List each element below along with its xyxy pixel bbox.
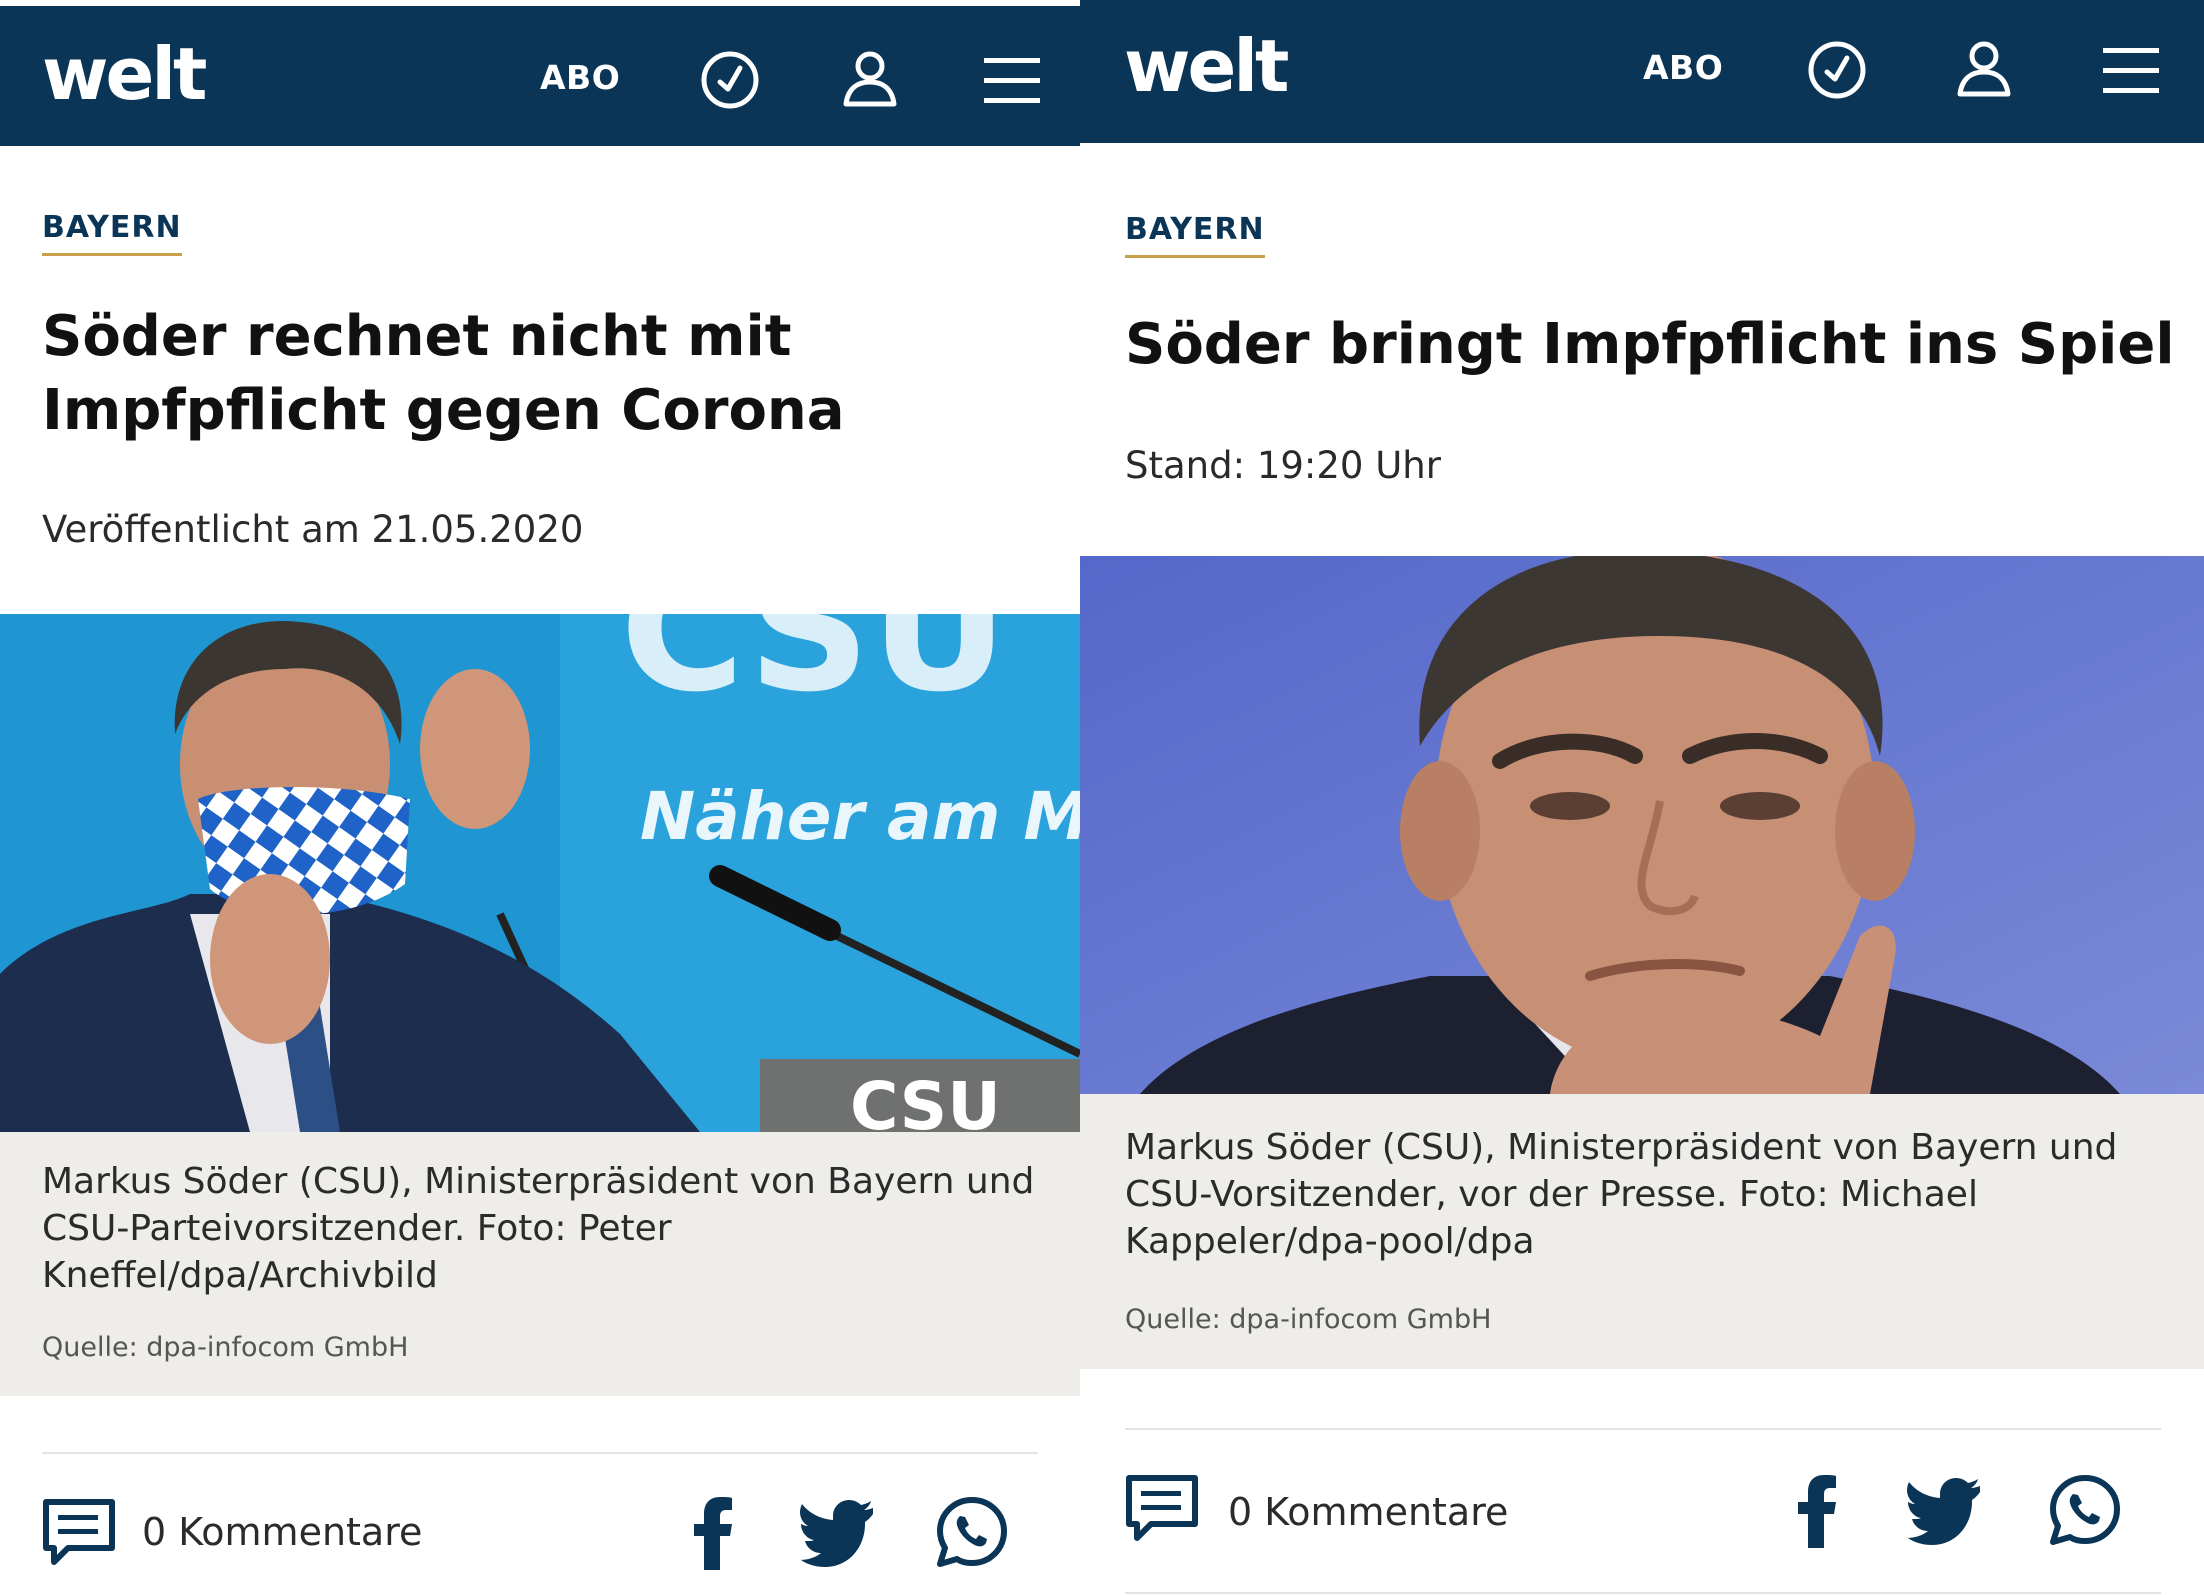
- backdrop-csu: CSU: [620, 614, 1008, 730]
- photo-source: Quelle: dpa-infocom GmbH: [42, 1332, 409, 1363]
- welt-logo[interactable]: welt: [1124, 30, 1289, 102]
- article-photo: [1080, 556, 2204, 1094]
- comment-count[interactable]: 0 Kommentare: [142, 1510, 422, 1554]
- headline: Söder rechnet nicht mit Impfpflicht gege…: [42, 304, 845, 443]
- abo-button[interactable]: ABO: [540, 58, 620, 97]
- article-left: welt ABO BAYERN Söder rechnet nicht mit …: [0, 0, 1080, 1595]
- photo-soeder-portrait: [1080, 556, 2204, 1094]
- caption-box: Markus Söder (CSU), Ministerpräsident vo…: [1080, 1094, 2204, 1369]
- whatsapp-icon[interactable]: [2047, 1472, 2123, 1548]
- abo-button[interactable]: ABO: [1643, 48, 1723, 87]
- clock-icon[interactable]: [1805, 38, 1869, 102]
- welt-logo[interactable]: welt: [42, 38, 207, 110]
- comment-count[interactable]: 0 Kommentare: [1228, 1490, 1508, 1534]
- caption-box: Markus Söder (CSU), Ministerpräsident vo…: [0, 1132, 1080, 1396]
- user-icon[interactable]: [838, 46, 902, 110]
- site-header: welt ABO: [0, 6, 1080, 146]
- menu-icon[interactable]: [980, 50, 1044, 114]
- comment-icon[interactable]: [1125, 1474, 1199, 1544]
- twitter-icon[interactable]: [1905, 1472, 1981, 1548]
- photo-source: Quelle: dpa-infocom GmbH: [1125, 1304, 1492, 1335]
- photo-caption: Markus Söder (CSU), Ministerpräsident vo…: [42, 1161, 1035, 1296]
- photo-soeder-mask: CSU Näher am Men CSU: [0, 614, 1080, 1132]
- clock-icon[interactable]: [698, 48, 762, 112]
- user-icon[interactable]: [1952, 36, 2016, 100]
- facebook-icon[interactable]: [676, 1494, 752, 1570]
- kicker-bayern[interactable]: BAYERN: [42, 210, 182, 256]
- headline: Söder bringt Impfpflicht ins Spiel: [1125, 312, 2175, 377]
- lectern-csu: CSU: [850, 1068, 1001, 1132]
- divider: [1125, 1592, 2161, 1594]
- facebook-icon[interactable]: [1780, 1472, 1856, 1548]
- twitter-icon[interactable]: [798, 1494, 874, 1570]
- divider: [42, 1452, 1038, 1454]
- comment-icon[interactable]: [42, 1498, 116, 1568]
- article-right: welt ABO BAYERN Söder bringt Impfpflicht…: [1080, 0, 2204, 1595]
- kicker-bayern[interactable]: BAYERN: [1125, 212, 1265, 258]
- update-time: Stand: 19:20 Uhr: [1125, 444, 1441, 487]
- divider: [1125, 1428, 2161, 1430]
- whatsapp-icon[interactable]: [934, 1494, 1010, 1570]
- menu-icon[interactable]: [2099, 40, 2163, 104]
- photo-caption: Markus Söder (CSU), Ministerpräsident vo…: [1125, 1127, 2118, 1262]
- publish-date: Veröffentlicht am 21.05.2020: [42, 508, 584, 551]
- article-photo: CSU Näher am Men CSU: [0, 614, 1080, 1132]
- site-header: welt ABO: [1080, 0, 2204, 143]
- backdrop-slogan: Näher am Men: [640, 778, 1080, 855]
